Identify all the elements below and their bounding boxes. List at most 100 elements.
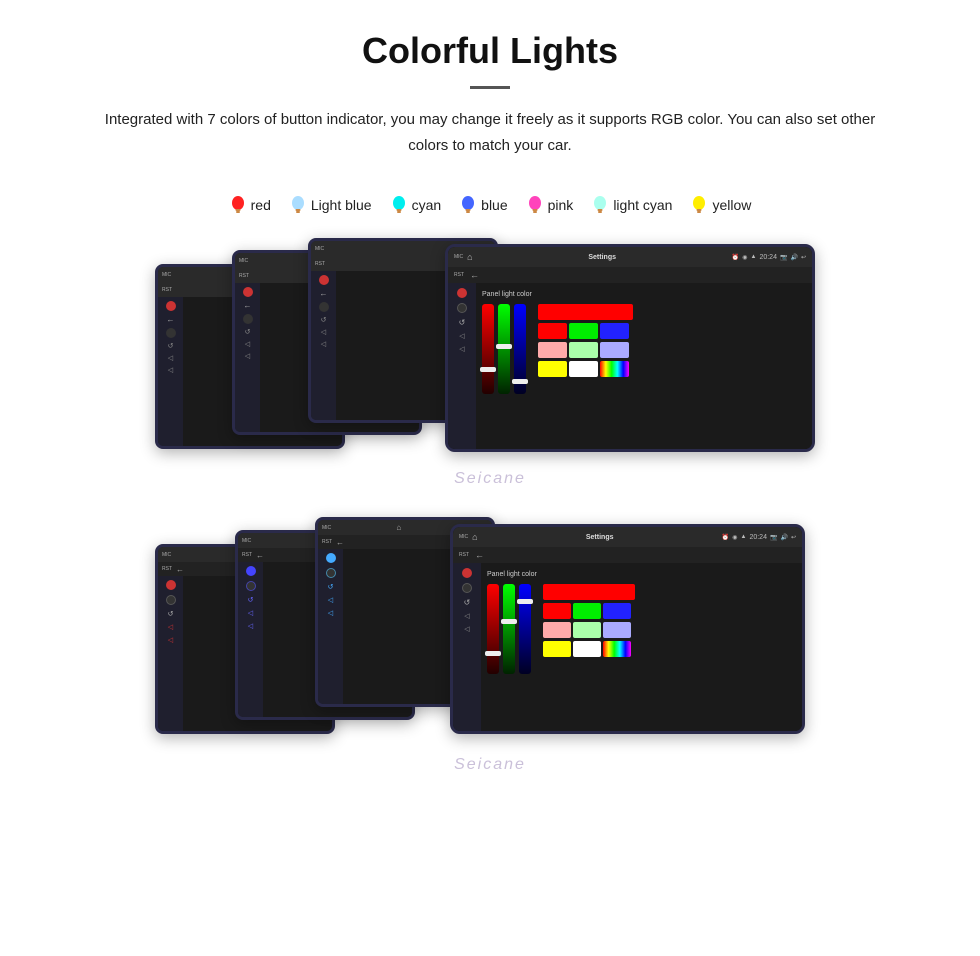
color-cell-lightgreen [569,342,598,358]
layer3-rst: RST [315,261,325,267]
blayer2-vol1: ◁ [248,609,253,617]
bmain-color-grid [543,584,635,657]
bmain-signal: ▲ [741,534,747,540]
blayer1-power [166,580,176,590]
color-cell-red [538,323,567,339]
layer3-power-btn [319,275,329,285]
blayer3-rst: RST [322,539,332,545]
red-slider-handle [480,367,496,372]
blayer3-mic: MIC [322,525,331,531]
panel-light-label: Panel light color [482,291,806,298]
blayer1-vol1: ◁ [168,623,173,631]
layer3-vol2-icon: ◁ [321,340,326,348]
bmain-vol-d: ◁ [464,612,469,620]
watermark-bottom: Seicane [20,752,960,778]
color-item-pink: pink [526,194,574,216]
blayer1-mic: MIC [162,552,171,558]
blayer2-undo: ↺ [248,596,254,604]
blayer3-undo: ↺ [328,583,334,591]
bmain-blue-slider [519,584,531,674]
layer3-mic: MIC [315,246,324,252]
color-label-yellow: yellow [712,197,751,213]
main-top-alarm: ⏰ [732,254,739,261]
blue-slider-handle [512,379,528,384]
layer1-home-btn [166,328,176,338]
color-label-lightblue: Light blue [311,197,372,213]
bmain-mic: MIC [459,534,468,540]
bmain-settings-label: Settings [586,534,614,541]
color-grid [538,304,633,377]
blayer1-circle [166,595,176,605]
layer2-back-icon: ← [244,301,252,310]
layer1-vol2-icon: ◁ [168,366,173,374]
blayer2-vol2: ◁ [248,622,253,630]
layer2-return-icon: ↺ [245,328,251,336]
layer1-back-icon: ← [167,315,175,324]
color-cell-blue [600,323,629,339]
blayer2-back: ← [256,551,264,560]
layer2-rst: RST [239,273,249,279]
layer2-vol-icon: ◁ [245,340,250,348]
color-cell-bigred [538,304,633,320]
lightcyan-bulb-icon [591,194,609,216]
main-top-vol: 🔊 [790,254,797,261]
main-undo-icon: ↺ [459,318,466,327]
color-item-lightblue: Light blue [289,194,372,216]
color-cell-pink [538,342,567,358]
bmain-rst: RST [459,552,469,558]
color-cell-green [569,323,598,339]
title-divider [470,86,510,89]
top-main-device: MIC ⌂ Settings ⏰ ◉ ▲ 20:24 📷 🔊 ↩ [445,244,815,452]
bmain-alarm: ⏰ [722,534,729,541]
blayer1-vol2: ◁ [168,636,173,644]
bmain-cell-lblue [603,622,631,638]
blayer1-undo: ↺ [168,610,174,618]
bmain-cell-pink [543,622,571,638]
bmain-time: 20:24 [749,534,767,541]
blue-bulb-icon [459,194,477,216]
bmain-camera: 📷 [770,534,777,541]
bmain-cell-red [543,603,571,619]
bmain-cell-yellow [543,641,571,657]
layer3-vol-icon: ◁ [321,328,326,336]
bmain-circle [462,583,472,593]
green-slider [498,304,510,394]
red-bulb-icon [229,194,247,216]
color-item-cyan: cyan [390,194,442,216]
color-label-pink: pink [548,197,574,213]
color-indicators-row: red Light blue cyan blue [0,194,980,216]
color-label-red: red [251,197,271,213]
color-item-blue: blue [459,194,507,216]
bmain-vol-u: ◁ [464,625,469,633]
blayer2-circle [246,581,256,591]
main-top-camera: 📷 [780,254,787,261]
color-label-lightcyan: light cyan [613,197,672,213]
layer1-return-icon: ↺ [168,342,174,350]
bmain-panel-label: Panel light color [487,571,796,578]
main-settings-label: Settings [588,254,616,261]
main-top-location: ◉ [742,254,747,261]
bottom-devices-section: MIC ⌂ Settings RST ← ↺ ◁ ◁ [0,512,980,778]
layer3-return-icon: ↺ [321,316,327,324]
blayer2-rst: RST [242,552,252,558]
top-device-stack: MIC ⌂ RST ← ↺ ◁ ◁ [150,236,830,466]
bmain-arrow: ← [475,550,484,560]
red-slider [482,304,494,394]
color-cell-rainbow [600,361,629,377]
color-label-cyan: cyan [412,197,442,213]
page-title: Colorful Lights [60,30,920,72]
blayer2-mic: MIC [242,538,251,544]
bmain-cell-lgreen [573,622,601,638]
color-cell-lightblue [600,342,629,358]
main-rst: RST [454,272,464,278]
main-top-time: 20:24 [759,254,777,261]
blayer1-back: ← [176,565,184,574]
bmain-undo: ↺ [464,598,471,607]
layer2-home-btn [243,314,253,324]
main-top-signal: ▲ [751,254,757,260]
layer1-power-btn [166,301,176,311]
color-item-yellow: yellow [690,194,751,216]
bmain-green-slider [503,584,515,674]
main-top-back: ↩ [801,254,806,261]
top-devices-section: MIC ⌂ RST ← ↺ ◁ ◁ [0,236,980,492]
